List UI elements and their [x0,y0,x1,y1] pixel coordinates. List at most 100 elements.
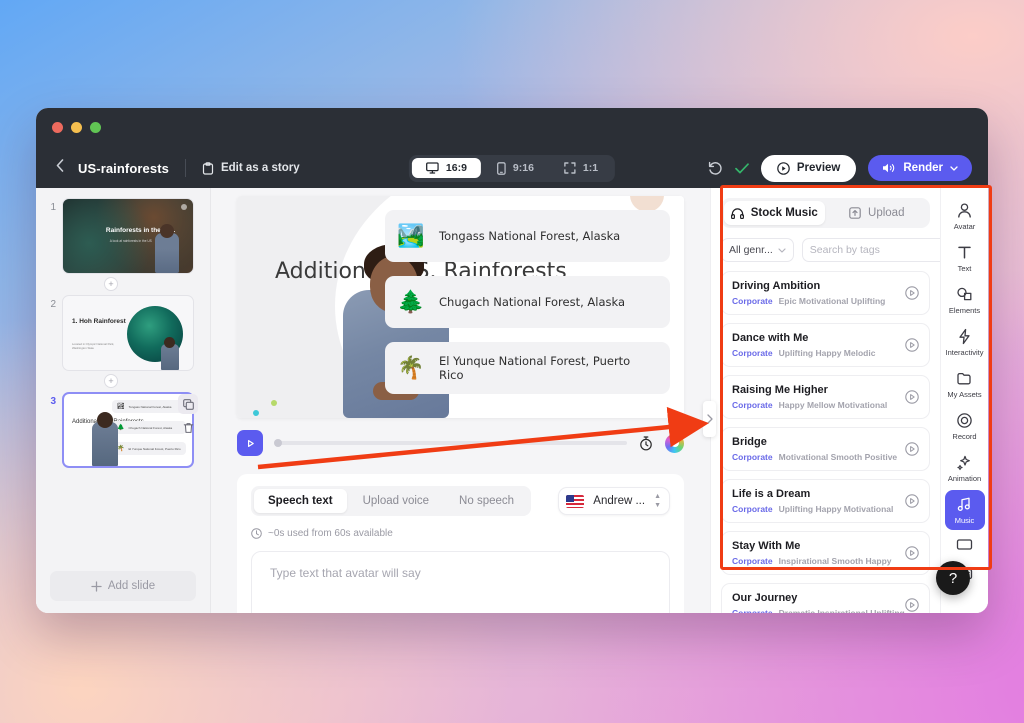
slide-thumbnail-3[interactable]: Additional U.S. Rainforests 🏞 Tongass Na… [62,392,194,468]
slide-3-item-3-label: El Yunque National Forest, Puerto Rico [128,446,181,451]
track-row[interactable]: Stay With Me Corporate Inspirational Smo… [721,531,930,575]
rail-item-interactivity[interactable]: Interactivity [945,322,985,362]
slide-item-1[interactable]: 1 Rainforests in the U.S. A look at rain… [46,198,200,274]
slide-thumbnail-2[interactable]: 1. Hoh Rainforest Located in Olympic Nat… [62,295,194,371]
track-row[interactable]: Driving Ambition Corporate Epic Motivati… [721,271,930,315]
slide-thumbnail-1[interactable]: Rainforests in the U.S. A look at rainfo… [62,198,194,274]
preview-button[interactable]: Preview [760,154,857,182]
canvas-list-item-1[interactable]: 🏞️ Tongass National Forest, Alaska [385,210,670,262]
track-tags: Motivational Smooth Positive [778,452,898,462]
slide-3-item-2-label: Chugach National Forest, Alaska [128,425,173,430]
background-color-button[interactable] [665,433,684,453]
chevron-right-icon [706,413,713,424]
slide-item-2[interactable]: 2 1. Hoh Rainforest Located in Olympic N… [46,295,200,371]
search-input[interactable] [809,244,945,256]
folder-icon [957,372,971,385]
track-play-button[interactable] [905,598,919,612]
undo-button[interactable] [708,161,723,175]
slide-item-3[interactable]: 3 Additional U.S. Rainforests 🏞 Tongass … [46,392,200,468]
rail-item-record[interactable]: Record [945,406,985,446]
rail-item-my-assets[interactable]: My Assets [945,364,985,404]
track-info: Our Journey Corporate Dramatic Inspirati… [732,592,905,613]
track-row[interactable]: Bridge Corporate Motivational Smooth Pos… [721,427,930,471]
edit-as-story-button[interactable]: Edit as a story [202,161,300,175]
dot-green [271,400,277,406]
stepper-up: ▲ [654,493,661,500]
track-info: Dance with Me Corporate Uplifting Happy … [732,332,905,358]
add-slide-button[interactable]: Add slide [50,571,196,601]
track-row[interactable]: Raising Me Higher Corporate Happy Mellow… [721,375,930,419]
timeline-scrubber[interactable] [274,439,627,447]
add-slide-label: Add slide [107,580,156,592]
duplicate-slide-button[interactable] [178,394,198,414]
window-titlebar [36,108,988,148]
rail-item-music[interactable]: Music [944,490,985,530]
tab-upload-voice[interactable]: Upload voice [349,489,443,513]
palm-tree-icon: 🌴 [117,445,125,452]
traffic-lights [52,122,101,133]
play-circle-icon [905,390,919,404]
tab-speech-text[interactable]: Speech text [254,489,347,513]
track-tags: Uplifting Happy Motivational [778,504,894,514]
track-meta: Corporate Motivational Smooth Positive [732,452,905,462]
slides-scroll-area[interactable]: 1 Rainforests in the U.S. A look at rain… [36,198,210,563]
track-title: Life is a Dream [732,488,811,500]
music-track-list[interactable]: Driving Ambition Corporate Epic Motivati… [721,271,930,613]
track-info: Stay With Me Corporate Inspirational Smo… [732,540,905,566]
track-play-button[interactable] [905,546,919,560]
tab-no-speech[interactable]: No speech [445,489,528,513]
rail-item-animation[interactable]: Animation [945,448,985,488]
back-button[interactable] [54,157,72,179]
genre-dropdown[interactable]: All genr... [721,238,794,262]
canvas-list-item-2[interactable]: 🌲 Chugach National Forest, Alaska [385,276,670,328]
close-window-button[interactable] [52,122,63,133]
undo-icon [708,161,722,175]
speech-textarea[interactable]: Type text that avatar will say [251,551,670,613]
rail-item-avatar[interactable]: Avatar [945,196,985,236]
slide-number: 2 [50,299,56,310]
play-button[interactable] [237,430,263,456]
track-play-button[interactable] [905,442,919,456]
track-meta: Corporate Happy Mellow Motivational [732,400,905,410]
duration-button[interactable] [639,435,653,451]
rail-item-slides[interactable] [945,532,985,560]
ratio-1-1-button[interactable]: 1:1 [550,158,612,178]
ratio-9-16-button[interactable]: 9:16 [483,158,548,179]
minimize-window-button[interactable] [71,122,82,133]
add-slide-between-1-2[interactable]: + [104,277,118,291]
slide-3-avatar [92,412,118,466]
track-row[interactable]: Our Journey Corporate Dramatic Inspirati… [721,583,930,613]
track-play-button[interactable] [905,494,919,508]
render-button[interactable]: Render [868,155,972,181]
rail-item-text-label: Text [957,264,972,273]
canvas-list-item-3[interactable]: 🌴 El Yunque National Forest, Puerto Rico [385,342,670,394]
help-button[interactable]: ? [936,561,970,595]
add-slide-between-2-3[interactable]: + [104,374,118,388]
track-title: Dance with Me [732,332,809,344]
dot-teal [253,410,259,416]
tab-stock-music[interactable]: Stock Music [724,201,825,225]
rail-item-text[interactable]: Text [945,238,985,278]
play-circle-icon [905,286,919,300]
maximize-window-button[interactable] [90,122,101,133]
voice-selector[interactable]: Andrew ... ▲ ▼ [558,487,670,515]
delete-slide-button[interactable] [178,418,198,438]
voice-stepper-icon[interactable]: ▲ ▼ [654,493,661,509]
timeline-handle[interactable] [274,439,282,447]
check-icon [735,162,749,173]
track-row[interactable]: Dance with Me Corporate Uplifting Happy … [721,323,930,367]
playback-bar [211,418,710,466]
collapse-panel-handle[interactable] [703,400,716,437]
shapes-icon [957,287,972,301]
slide-canvas[interactable]: Additional U.S. Rainforests [237,196,684,418]
speech-quota: ~0s used from 60s available [251,528,670,539]
track-title: Our Journey [732,592,798,604]
track-tags: Happy Mellow Motivational [778,400,888,410]
track-play-button[interactable] [905,286,919,300]
rail-item-elements[interactable]: Elements [945,280,985,320]
track-play-button[interactable] [905,390,919,404]
track-play-button[interactable] [905,338,919,352]
track-row[interactable]: Life is a Dream Corporate Uplifting Happ… [721,479,930,523]
tab-upload[interactable]: Upload [827,201,928,225]
ratio-16-9-button[interactable]: 16:9 [411,158,481,178]
